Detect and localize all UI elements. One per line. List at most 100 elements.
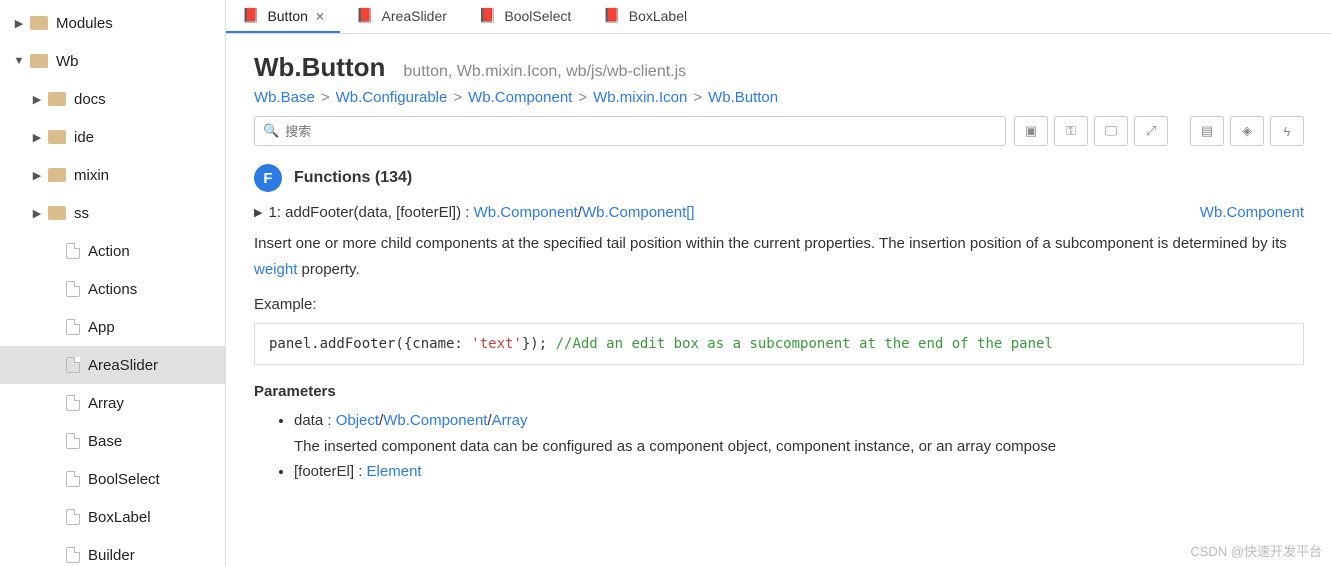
tree-item-label: BoolSelect bbox=[88, 471, 160, 488]
tree-item-boolselect[interactable]: BoolSelect bbox=[0, 460, 225, 498]
parameters-list: data : Object/Wb.Component/ArrayThe inse… bbox=[254, 408, 1304, 485]
type-link[interactable]: Element bbox=[367, 463, 422, 480]
tree-item-label: Base bbox=[88, 433, 122, 450]
folder-icon bbox=[30, 16, 48, 30]
toolbar-btn-key[interactable]: ⚿ bbox=[1054, 116, 1088, 146]
book-icon: 📕 bbox=[603, 7, 620, 24]
weight-link[interactable]: weight bbox=[254, 261, 297, 278]
file-icon bbox=[66, 243, 80, 259]
function-signature-row[interactable]: ▶ 1: addFooter(data, [footerEl]) : Wb.Co… bbox=[254, 204, 1304, 221]
type-link[interactable]: Object bbox=[336, 412, 379, 429]
close-icon[interactable]: × bbox=[316, 8, 324, 24]
search-icon: 🔍 bbox=[263, 123, 279, 139]
tree-item-areaslider[interactable]: AreaSlider bbox=[0, 346, 225, 384]
param-item: [footerEl] : Element bbox=[294, 459, 1304, 485]
book-icon: 📕 bbox=[479, 7, 496, 24]
toolbar-btn-expand[interactable]: ⤢ bbox=[1134, 116, 1168, 146]
book-icon: 📕 bbox=[356, 7, 373, 24]
tab-bar: 📕Button×📕AreaSlider📕BoolSelect📕BoxLabel bbox=[226, 0, 1332, 34]
tree-item-label: BoxLabel bbox=[88, 509, 151, 526]
book-icon: 📕 bbox=[242, 7, 259, 24]
type-link[interactable]: Wb.Component bbox=[383, 412, 487, 429]
tab-boxlabel[interactable]: 📕 BoxLabel bbox=[587, 0, 703, 33]
folder-icon bbox=[48, 168, 66, 182]
tree-item-label: Array bbox=[88, 395, 124, 412]
tree-item-ss[interactable]: ss bbox=[0, 194, 225, 232]
tree-item-label: Actions bbox=[88, 281, 137, 298]
tree-item-app[interactable]: App bbox=[0, 308, 225, 346]
expand-arrow-icon[interactable] bbox=[30, 131, 44, 144]
expand-arrow-icon[interactable] bbox=[12, 17, 26, 30]
tree-item-label: mixin bbox=[74, 167, 109, 184]
return-type-1[interactable]: Wb.Component bbox=[474, 204, 578, 221]
file-icon bbox=[66, 433, 80, 449]
tab-label: BoxLabel bbox=[629, 8, 687, 24]
tree-item-action[interactable]: Action bbox=[0, 232, 225, 270]
expand-arrow-icon[interactable] bbox=[12, 55, 26, 67]
sidebar: Modules Wb docs ide mixin ss Action Actions App A… bbox=[0, 0, 226, 566]
toolbar-btn-cube[interactable]: ◈ bbox=[1230, 116, 1264, 146]
tree-item-builder[interactable]: Builder bbox=[0, 536, 225, 566]
tab-label: Button bbox=[267, 8, 307, 24]
expand-arrow-icon[interactable] bbox=[30, 207, 44, 220]
folder-icon bbox=[30, 54, 48, 68]
expand-icon[interactable]: ▶ bbox=[254, 206, 262, 219]
file-icon bbox=[66, 319, 80, 335]
content-area: Wb.Button button, Wb.mixin.Icon, wb/js/w… bbox=[226, 34, 1332, 566]
tree-item-array[interactable]: Array bbox=[0, 384, 225, 422]
tree-item-label: ide bbox=[74, 129, 94, 146]
breadcrumb-link[interactable]: Wb.Button bbox=[708, 89, 778, 106]
toolbar-btn-bolt[interactable]: ϟ bbox=[1270, 116, 1304, 146]
tree-item-label: docs bbox=[74, 91, 106, 108]
folder-icon bbox=[48, 130, 66, 144]
toolbar: 🔍 ▣ ⚿ 🖵 ⤢ ▤ ◈ ϟ bbox=[254, 116, 1304, 146]
breadcrumb-link[interactable]: Wb.Base bbox=[254, 89, 315, 106]
tree-item-label: Modules bbox=[56, 15, 113, 32]
tab-areaslider[interactable]: 📕AreaSlider bbox=[340, 0, 463, 33]
expand-arrow-icon[interactable] bbox=[30, 169, 44, 182]
example-label: Example: bbox=[254, 296, 1304, 313]
breadcrumb: Wb.Base>Wb.Configurable>Wb.Component>Wb.… bbox=[254, 89, 1304, 106]
search-box[interactable]: 🔍 bbox=[254, 116, 1006, 146]
main-panel: 📕Button×📕AreaSlider📕BoolSelect📕BoxLabel … bbox=[226, 0, 1332, 566]
tab-button[interactable]: 📕 Button × bbox=[226, 0, 340, 33]
search-input[interactable] bbox=[285, 124, 997, 139]
tree-item-label: AreaSlider bbox=[88, 357, 158, 374]
tree-item-ide[interactable]: ide bbox=[0, 118, 225, 156]
tree-item-modules[interactable]: Modules bbox=[0, 4, 225, 42]
toolbar-btn-list[interactable]: ▤ bbox=[1190, 116, 1224, 146]
tree-item-boxlabel[interactable]: BoxLabel bbox=[0, 498, 225, 536]
function-signature: 1: addFooter(data, [footerEl]) : Wb.Comp… bbox=[268, 204, 694, 221]
tree-item-label: Wb bbox=[56, 53, 79, 70]
tree-item-label: ss bbox=[74, 205, 89, 222]
file-icon bbox=[66, 281, 80, 297]
file-icon bbox=[66, 509, 80, 525]
tree-item-wb[interactable]: Wb bbox=[0, 42, 225, 80]
type-link[interactable]: Array bbox=[492, 412, 528, 429]
page-title: Wb.Button bbox=[254, 52, 385, 83]
breadcrumb-link[interactable]: Wb.Component bbox=[468, 89, 572, 106]
tree-item-label: Builder bbox=[88, 547, 135, 564]
section-header: F Functions (134) bbox=[254, 164, 1304, 192]
toolbar-btn-screen[interactable]: 🖵 bbox=[1094, 116, 1128, 146]
file-icon bbox=[66, 547, 80, 563]
functions-badge: F bbox=[254, 164, 282, 192]
function-description: Insert one or more child components at t… bbox=[254, 231, 1304, 282]
tree-item-mixin[interactable]: mixin bbox=[0, 156, 225, 194]
section-title: Functions (134) bbox=[294, 169, 412, 187]
breadcrumb-link[interactable]: Wb.mixin.Icon bbox=[593, 89, 687, 106]
return-type-2[interactable]: Wb.Component[] bbox=[582, 204, 695, 221]
tree-item-label: App bbox=[88, 319, 115, 336]
expand-arrow-icon[interactable] bbox=[30, 93, 44, 106]
tab-label: BoolSelect bbox=[504, 8, 571, 24]
breadcrumb-link[interactable]: Wb.Configurable bbox=[336, 89, 448, 106]
tab-boolselect[interactable]: 📕 BoolSelect bbox=[463, 0, 587, 33]
file-icon bbox=[66, 357, 80, 373]
page-subtitle: button, Wb.mixin.Icon, wb/js/wb-client.j… bbox=[403, 63, 686, 81]
tree-item-actions[interactable]: Actions bbox=[0, 270, 225, 308]
source-link[interactable]: Wb.Component bbox=[1200, 204, 1304, 221]
toolbar-btn-1[interactable]: ▣ bbox=[1014, 116, 1048, 146]
tree-item-docs[interactable]: docs bbox=[0, 80, 225, 118]
tree-item-base[interactable]: Base bbox=[0, 422, 225, 460]
code-example: panel.addFooter({cname: 'text'}); //Add … bbox=[254, 323, 1304, 365]
